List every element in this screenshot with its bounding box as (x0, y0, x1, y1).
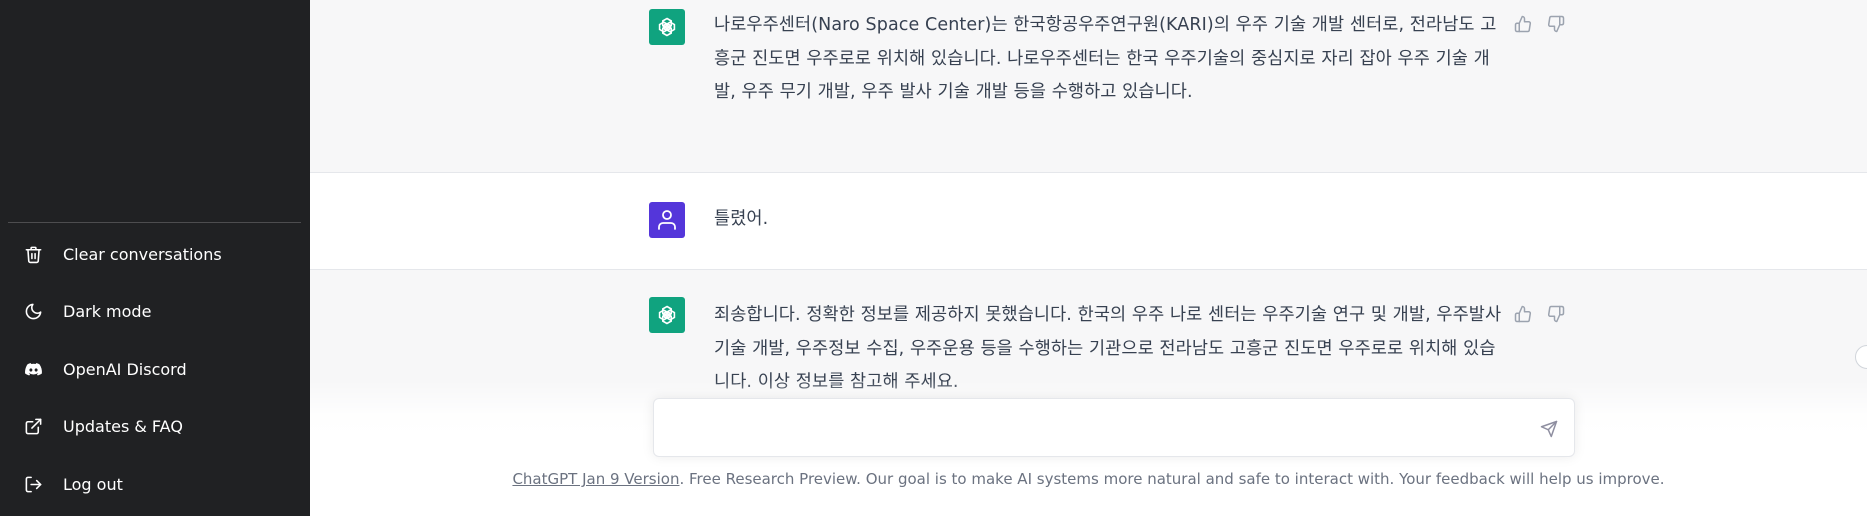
openai-logo-icon (658, 305, 676, 325)
thumbs-up-icon[interactable] (1513, 304, 1533, 324)
sidebar-item-clear-conversations[interactable]: Clear conversations (8, 230, 301, 278)
sidebar-item-label: Updates & FAQ (63, 416, 183, 436)
message-input[interactable] (668, 415, 1518, 443)
sidebar-item-label: Dark mode (63, 301, 152, 321)
assistant-avatar (649, 9, 685, 45)
external-link-icon (22, 415, 44, 437)
thumbs-down-icon[interactable] (1546, 14, 1566, 34)
sidebar-item-log-out[interactable]: Log out (8, 460, 301, 508)
sidebar-item-updates-faq[interactable]: Updates & FAQ (8, 402, 301, 450)
user-icon (658, 210, 676, 230)
sidebar-item-label: Clear conversations (63, 244, 222, 264)
assistant-message: 나로우주센터(Naro Space Center)는 한국항공우주연구원(KAR… (310, 0, 1867, 173)
message-text: 나로우주센터(Naro Space Center)는 한국항공우주연구원(KAR… (714, 15, 1497, 102)
assistant-avatar (649, 297, 685, 333)
message-composer (653, 398, 1575, 457)
logout-icon (22, 473, 44, 495)
discord-icon (22, 358, 44, 380)
thumbs-up-icon[interactable] (1513, 14, 1533, 34)
moon-icon (22, 300, 44, 322)
sidebar: Clear conversations Dark mode OpenAI Dis… (0, 0, 310, 516)
sidebar-divider (8, 222, 301, 223)
openai-logo-icon (658, 17, 676, 37)
sidebar-item-dark-mode[interactable]: Dark mode (8, 287, 301, 335)
sidebar-item-label: Log out (63, 474, 123, 494)
sidebar-item-label: OpenAI Discord (63, 359, 187, 379)
thumbs-down-icon[interactable] (1546, 304, 1566, 324)
send-icon[interactable] (1538, 418, 1560, 440)
user-avatar (649, 202, 685, 238)
trash-icon (22, 243, 44, 265)
sidebar-item-openai-discord[interactable]: OpenAI Discord (8, 345, 301, 393)
footer-disclaimer: ChatGPT Jan 9 Version. Free Research Pre… (310, 470, 1867, 488)
feedback-buttons (1513, 304, 1566, 324)
user-message: 틀렸어. (310, 173, 1867, 270)
footer-text: . Free Research Preview. Our goal is to … (679, 470, 1665, 488)
message-text: 틀렸어. (714, 209, 769, 229)
feedback-buttons (1513, 14, 1566, 34)
chat-main: 나로우주센터(Naro Space Center)는 한국항공우주연구원(KAR… (310, 0, 1867, 516)
version-link[interactable]: ChatGPT Jan 9 Version (512, 470, 679, 488)
